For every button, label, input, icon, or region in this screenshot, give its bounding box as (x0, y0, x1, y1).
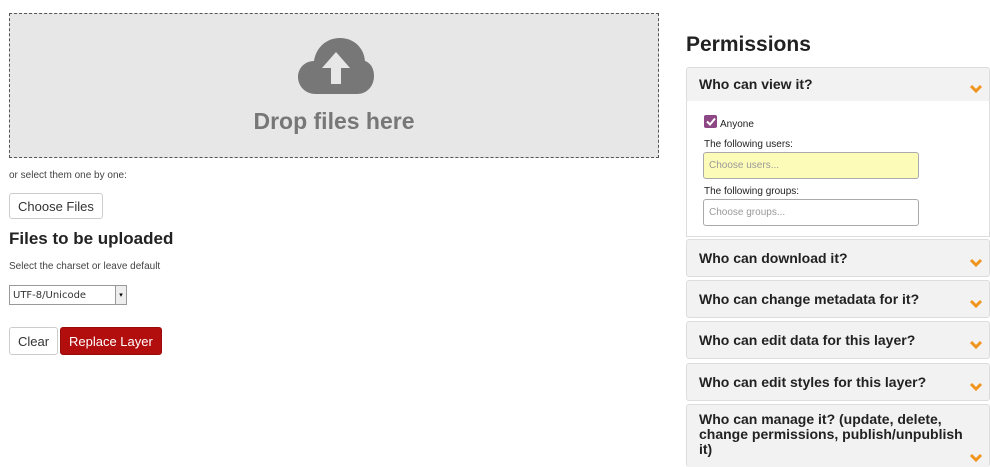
panel-manage-title: Who can manage it? (update, delete, chan… (699, 411, 963, 457)
users-label: The following users: (704, 139, 793, 150)
panel-metadata-title: Who can change metadata for it? (699, 291, 920, 307)
users-input[interactable]: Choose users... (703, 152, 919, 179)
panel-view-body: Anyone The following users: Choose users… (686, 101, 990, 237)
file-drop-zone[interactable]: Drop files here (9, 13, 659, 158)
charset-label: Select the charset or leave default (9, 261, 161, 272)
clear-button[interactable]: Clear (9, 327, 59, 355)
panel-manage[interactable]: Who can manage it? (update, delete, chan… (686, 404, 990, 467)
or-select-text: or select them one by one: (9, 170, 127, 181)
anyone-label: Anyone (720, 119, 754, 130)
anyone-checkbox[interactable] (704, 115, 717, 128)
chevron-down-icon[interactable] (969, 382, 983, 392)
chevron-down-icon[interactable] (969, 340, 983, 350)
chevron-down-icon[interactable] (969, 453, 983, 463)
groups-input[interactable]: Choose groups... (703, 199, 919, 226)
panel-download[interactable]: Who can download it? (686, 239, 990, 277)
panel-metadata[interactable]: Who can change metadata for it? (686, 280, 990, 318)
charset-select[interactable]: UTF-8/Unicode ▾ (9, 285, 127, 305)
permissions-title: Permissions (686, 33, 811, 56)
charset-selected-value: UTF-8/Unicode (13, 289, 87, 301)
replace-layer-button[interactable]: Replace Layer (60, 327, 162, 355)
chevron-down-icon[interactable] (969, 84, 983, 94)
chevron-down-icon[interactable] (969, 258, 983, 268)
drop-files-text: Drop files here (253, 108, 415, 134)
check-icon (705, 117, 716, 126)
cloud-upload-icon (298, 38, 374, 94)
groups-label: The following groups: (704, 186, 800, 197)
panel-view[interactable]: Who can view it? (686, 67, 990, 102)
panel-edit-data[interactable]: Who can edit data for this layer? (686, 321, 990, 359)
panel-view-title: Who can view it? (699, 76, 813, 92)
panel-edit-data-title: Who can edit data for this layer? (699, 332, 916, 348)
panel-edit-styles[interactable]: Who can edit styles for this layer? (686, 363, 990, 401)
chevron-down-icon[interactable] (969, 299, 983, 309)
files-to-upload-heading: Files to be uploaded (9, 229, 174, 248)
select-arrow-icon: ▾ (115, 286, 126, 304)
panel-edit-styles-title: Who can edit styles for this layer? (699, 374, 927, 390)
panel-download-title: Who can download it? (699, 250, 848, 266)
choose-files-button[interactable]: Choose Files (9, 193, 103, 219)
